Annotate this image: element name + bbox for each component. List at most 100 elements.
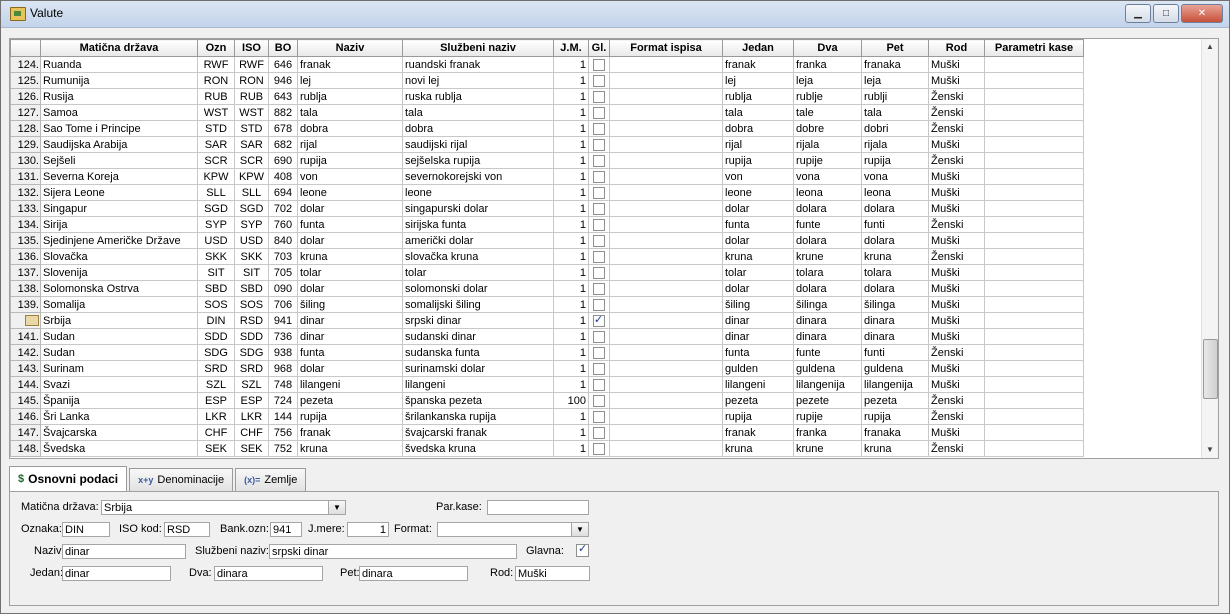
glavna-checkbox[interactable]: [593, 346, 605, 359]
cell-fmt[interactable]: [609, 344, 723, 361]
cell-jedan[interactable]: tala: [722, 104, 794, 121]
cell-jedan[interactable]: kruna: [722, 440, 794, 457]
cell-bo[interactable]: 938: [268, 344, 298, 361]
glavna-checkbox[interactable]: [593, 266, 605, 279]
cell-iso[interactable]: SDG: [234, 344, 269, 361]
table-row[interactable]: 139. Somalija SOS SOS 706 šiling somalijski ši…: [10, 296, 1084, 313]
cell-iso[interactable]: SBD: [234, 280, 269, 297]
cell-naziv[interactable]: pezeta: [297, 392, 403, 409]
cell-bo[interactable]: 682: [268, 136, 298, 153]
cell-jedan[interactable]: leone: [722, 184, 794, 201]
cell-iso[interactable]: LKR: [234, 408, 269, 425]
glavna-cell[interactable]: [588, 360, 610, 377]
cell-dva[interactable]: funte: [793, 344, 862, 361]
sluzbeni-input[interactable]: srpski dinar: [269, 544, 517, 559]
cell-kasa[interactable]: [984, 152, 1084, 169]
cell-iso[interactable]: SYP: [234, 216, 269, 233]
title-bar[interactable]: Valute ▁ □ ✕: [1, 1, 1229, 28]
cell-drzava[interactable]: Solomonska Ostrva: [40, 280, 198, 297]
cell-fmt[interactable]: [609, 72, 723, 89]
cell-sluzbeni[interactable]: tolar: [402, 264, 554, 281]
cell-jedan[interactable]: rupija: [722, 408, 794, 425]
table-row[interactable]: SrbijaDINRSD941dinarsrpski dinar1dinardi…: [10, 312, 1084, 329]
table-row[interactable]: 132. Sijera Leone SLL SLL 694 leone leone 1 leon…: [10, 184, 1084, 201]
cell-dva[interactable]: franka: [793, 56, 862, 73]
cell-kasa[interactable]: [984, 280, 1084, 297]
glavna-checkbox[interactable]: [593, 218, 605, 231]
cell-sluzbeni[interactable]: švedska kruna: [402, 440, 554, 457]
column-header[interactable]: ISO: [234, 39, 269, 57]
column-header[interactable]: Ozn: [197, 39, 235, 57]
cell-dva[interactable]: rupije: [793, 152, 862, 169]
cell-ozn[interactable]: ESP: [197, 392, 235, 409]
cell-rod[interactable]: Muški: [928, 360, 985, 377]
cell-ozn[interactable]: SIT: [197, 264, 235, 281]
cell-pet[interactable]: dolara: [861, 232, 929, 249]
parkase-input[interactable]: [487, 500, 589, 515]
cell-jedan[interactable]: dolar: [722, 280, 794, 297]
cell-rod[interactable]: Ženski: [928, 152, 985, 169]
cell-pet[interactable]: vona: [861, 168, 929, 185]
cell-bo[interactable]: 694: [268, 184, 298, 201]
glavna-cell[interactable]: [588, 440, 610, 457]
cell-ozn[interactable]: USD: [197, 232, 235, 249]
cell-rod[interactable]: Muški: [928, 56, 985, 73]
cell-jm[interactable]: 1: [553, 344, 589, 361]
table-row[interactable]: 128. Sao Tome i Principe STD STD 678 dobra dob…: [10, 120, 1084, 137]
cell-naziv[interactable]: funta: [297, 344, 403, 361]
cell-ozn[interactable]: SGD: [197, 200, 235, 217]
cell-dva[interactable]: tale: [793, 104, 862, 121]
cell-dva[interactable]: šilinga: [793, 296, 862, 313]
cell-pet[interactable]: rublji: [861, 88, 929, 105]
cell-jm[interactable]: 1: [553, 408, 589, 425]
cell-kasa[interactable]: [984, 104, 1084, 121]
cell-kasa[interactable]: [984, 344, 1084, 361]
cell-dva[interactable]: dolara: [793, 232, 862, 249]
cell-dva[interactable]: guldena: [793, 360, 862, 377]
cell-fmt[interactable]: [609, 376, 723, 393]
cell-pet[interactable]: franaka: [861, 424, 929, 441]
table-row[interactable]: 138. Solomonska Ostrva SBD SBD 090 dolar solom…: [10, 280, 1084, 297]
cell-jedan[interactable]: dinar: [722, 312, 794, 329]
glavna-cell[interactable]: [588, 72, 610, 89]
cell-kasa[interactable]: [984, 376, 1084, 393]
cell-sluzbeni[interactable]: švajcarski franak: [402, 424, 554, 441]
cell-fmt[interactable]: [609, 280, 723, 297]
table-row[interactable]: 124. Ruanda RWF RWF 646 franak ruandski franak…: [10, 56, 1084, 73]
cell-sluzbeni[interactable]: saudijski rijal: [402, 136, 554, 153]
cell-naziv[interactable]: lilangeni: [297, 376, 403, 393]
cell-iso[interactable]: SZL: [234, 376, 269, 393]
column-header[interactable]: Dva: [793, 39, 862, 57]
glavna-checkbox[interactable]: [593, 442, 605, 455]
cell-dva[interactable]: lilangenija: [793, 376, 862, 393]
table-row[interactable]: 134. Sirija SYP SYP 760 funta sirijska funta 1 f…: [10, 216, 1084, 233]
cell-ozn[interactable]: SDD: [197, 328, 235, 345]
cell-jedan[interactable]: rublja: [722, 88, 794, 105]
naziv-input[interactable]: dinar: [62, 544, 186, 559]
cell-drzava[interactable]: Srbija: [40, 312, 198, 329]
cell-drzava[interactable]: Sjedinjene Američke Države: [40, 232, 198, 249]
cell-fmt[interactable]: [609, 88, 723, 105]
cell-kasa[interactable]: [984, 232, 1084, 249]
cell-kasa[interactable]: [984, 72, 1084, 89]
cell-fmt[interactable]: [609, 312, 723, 329]
cell-sluzbeni[interactable]: dobra: [402, 120, 554, 137]
table-row[interactable]: 146. Šri Lanka LKR LKR 144 rupija šrilankanska…: [10, 408, 1084, 425]
cell-bo[interactable]: 946: [268, 72, 298, 89]
cell-jm[interactable]: 1: [553, 88, 589, 105]
cell-iso[interactable]: STD: [234, 120, 269, 137]
cell-fmt[interactable]: [609, 56, 723, 73]
cell-jm[interactable]: 1: [553, 72, 589, 89]
cell-bo[interactable]: 748: [268, 376, 298, 393]
cell-naziv[interactable]: dinar: [297, 312, 403, 329]
cell-bo[interactable]: 941: [268, 312, 298, 329]
glavna-cell[interactable]: [588, 152, 610, 169]
cell-pet[interactable]: dinara: [861, 312, 929, 329]
cell-jedan[interactable]: funta: [722, 344, 794, 361]
glavna-checkbox[interactable]: [593, 282, 605, 295]
cell-jm[interactable]: 1: [553, 248, 589, 265]
cell-jm[interactable]: 1: [553, 232, 589, 249]
cell-fmt[interactable]: [609, 168, 723, 185]
glavna-checkbox[interactable]: [593, 154, 605, 167]
cell-fmt[interactable]: [609, 120, 723, 137]
